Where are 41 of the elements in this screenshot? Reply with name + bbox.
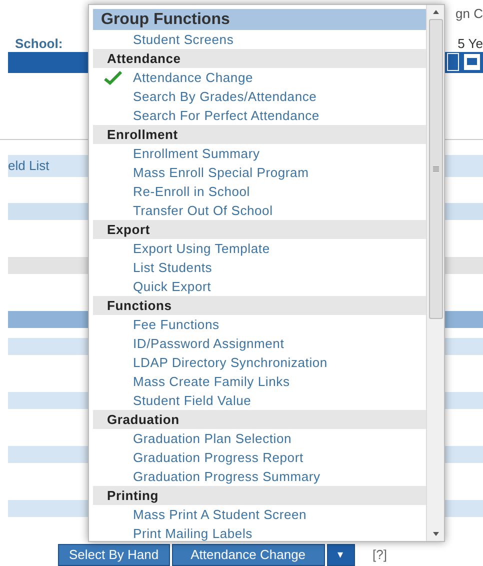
menu-item[interactable]: Fee Functions <box>93 315 426 334</box>
help-link[interactable]: [?] <box>372 544 388 566</box>
menu-group-header: Graduation <box>93 410 426 429</box>
menu-item[interactable]: Re-Enroll in School <box>93 182 426 201</box>
menu-item[interactable]: Attendance Change <box>93 68 426 87</box>
menu-item[interactable]: Search For Perfect Attendance <box>93 106 426 125</box>
menu-item[interactable]: Student Field Value <box>93 391 426 410</box>
menu-title: Group Functions <box>93 9 426 30</box>
year-text: 5 Ye <box>458 34 483 53</box>
scrollbar[interactable] <box>426 5 444 541</box>
menu-item[interactable]: Quick Export <box>93 277 426 296</box>
dropdown-button[interactable]: ▾ <box>326 544 355 566</box>
menu-item[interactable]: Enrollment Summary <box>93 144 426 163</box>
menu-group-header: Printing <box>93 486 426 505</box>
menu-item[interactable]: Mass Print A Student Screen <box>93 505 426 524</box>
menu-item[interactable]: List Students <box>93 258 426 277</box>
menu-group-header: Attendance <box>93 49 426 68</box>
menu-item[interactable]: Export Using Template <box>93 239 426 258</box>
menu-item[interactable]: Graduation Progress Report <box>93 448 426 467</box>
menu-item[interactable]: Graduation Plan Selection <box>93 429 426 448</box>
checkmark-icon <box>104 70 122 84</box>
menu-item[interactable]: Graduation Progress Summary <box>93 467 426 486</box>
menu-group-header: Functions <box>93 296 426 315</box>
menu-item[interactable]: ID/Password Assignment <box>93 334 426 353</box>
scroll-thumb[interactable] <box>428 19 442 319</box>
header-text: gn C <box>456 4 483 23</box>
grip-icon <box>432 166 438 172</box>
field-list-text: eld List <box>8 157 50 176</box>
menu-group-header: Export <box>93 220 426 239</box>
menu-item[interactable]: Mass Enroll Special Program <box>93 163 426 182</box>
action-button[interactable]: Select By Hand <box>58 544 170 566</box>
action-button[interactable]: Attendance Change <box>172 544 325 566</box>
menu-item[interactable]: Print Mailing Labels <box>93 524 426 541</box>
menu-item[interactable]: Search By Grades/Attendance <box>93 87 426 106</box>
school-label: School: <box>15 34 63 53</box>
menu-item[interactable]: Student Screens <box>93 30 426 49</box>
toolbar-button[interactable] <box>447 53 459 72</box>
menu-item[interactable]: LDAP Directory Synchronization <box>93 353 426 372</box>
menu-item[interactable]: Transfer Out Of School <box>93 201 426 220</box>
menu-item[interactable]: Mass Create Family Links <box>93 372 426 391</box>
menu-group-header: Enrollment <box>93 125 426 144</box>
